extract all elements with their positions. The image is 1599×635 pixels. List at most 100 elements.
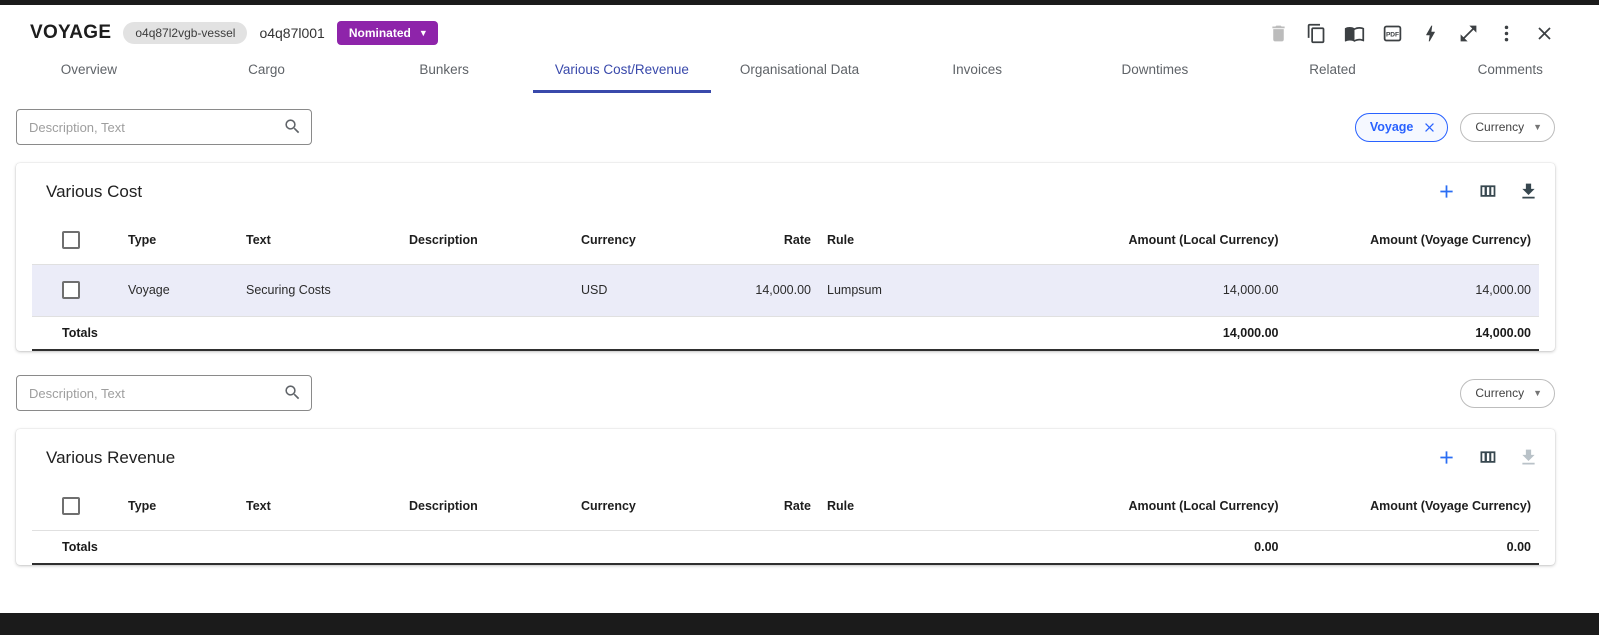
various-cost-table: Type Text Description Currency Rate Rule…	[32, 216, 1539, 351]
totals-amount-local: 0.00	[1034, 530, 1287, 564]
revenue-filter-row: Currency ▼	[16, 375, 1555, 411]
currency-dropdown-label: Currency	[1475, 386, 1524, 400]
column-header-rule: Rule	[819, 216, 1034, 264]
copy-icon[interactable]	[1306, 23, 1327, 44]
tab-related[interactable]: Related	[1244, 51, 1422, 93]
tab-overview[interactable]: Overview	[0, 51, 178, 93]
column-header-text: Text	[238, 482, 401, 530]
expand-icon[interactable]	[1458, 23, 1479, 44]
search-icon[interactable]	[283, 383, 302, 402]
status-badge-dropdown[interactable]: Nominated ▼	[337, 21, 438, 45]
various-revenue-table: Type Text Description Currency Rate Rule…	[32, 482, 1539, 565]
table-header-row: Type Text Description Currency Rate Rule…	[32, 216, 1539, 264]
column-header-amount-voyage: Amount (Voyage Currency)	[1287, 216, 1540, 264]
tab-label: Bunkers	[419, 62, 469, 77]
totals-amount-local: 14,000.00	[1034, 316, 1287, 350]
columns-icon[interactable]	[1477, 447, 1498, 468]
add-icon[interactable]	[1436, 181, 1457, 202]
cost-search-box	[16, 109, 312, 145]
tab-label: Organisational Data	[740, 62, 859, 77]
various-revenue-actions	[1436, 447, 1539, 468]
cost-search-input[interactable]	[16, 109, 312, 145]
add-icon[interactable]	[1436, 447, 1457, 468]
tab-label: Related	[1309, 62, 1356, 77]
cost-filter-row: Voyage Currency ▼	[16, 109, 1555, 145]
title-group: VOYAGE o4q87l2vgb-vessel o4q87l001 Nomin…	[30, 21, 438, 45]
column-header-text: Text	[238, 216, 401, 264]
close-icon[interactable]	[1422, 120, 1437, 135]
header: VOYAGE o4q87l2vgb-vessel o4q87l001 Nomin…	[0, 5, 1599, 49]
row-checkbox[interactable]	[62, 281, 80, 299]
column-header-rate: Rate	[691, 482, 819, 530]
cell-rule: Lumpsum	[819, 264, 1034, 316]
tab-label: Various Cost/Revenue	[555, 62, 689, 77]
vessel-chip: o4q87l2vgb-vessel	[123, 22, 247, 44]
voyage-window: VOYAGE o4q87l2vgb-vessel o4q87l001 Nomin…	[0, 5, 1599, 613]
tab-bunkers[interactable]: Bunkers	[355, 51, 533, 93]
tab-invoices[interactable]: Invoices	[888, 51, 1066, 93]
column-header-currency: Currency	[573, 482, 691, 530]
close-icon[interactable]	[1534, 23, 1555, 44]
cell-currency: USD	[573, 264, 691, 316]
pdf-icon[interactable]: PDF	[1382, 23, 1403, 44]
more-vert-icon[interactable]	[1496, 23, 1517, 44]
voyage-chip-label: Voyage	[1370, 120, 1414, 134]
page-title: VOYAGE	[30, 22, 111, 44]
cell-text: Securing Costs	[238, 264, 401, 316]
tab-label: Downtimes	[1121, 62, 1188, 77]
chevron-down-icon: ▼	[1533, 122, 1542, 132]
tab-downtimes[interactable]: Downtimes	[1066, 51, 1244, 93]
revenue-currency-dropdown[interactable]: Currency ▼	[1460, 379, 1555, 408]
column-header-rule: Rule	[819, 482, 1034, 530]
column-header-amount-voyage: Amount (Voyage Currency)	[1287, 482, 1540, 530]
tab-comments[interactable]: Comments	[1421, 51, 1599, 93]
revenue-filter-chips: Currency ▼	[1460, 379, 1555, 408]
chevron-down-icon: ▼	[419, 29, 428, 38]
chevron-down-icon: ▼	[1533, 388, 1542, 398]
totals-amount-voyage: 14,000.00	[1287, 316, 1540, 350]
status-badge-label: Nominated	[349, 26, 411, 40]
tab-cargo[interactable]: Cargo	[178, 51, 356, 93]
tab-organisational-data[interactable]: Organisational Data	[711, 51, 889, 93]
book-icon[interactable]	[1344, 23, 1365, 44]
revenue-search-input[interactable]	[16, 375, 312, 411]
totals-label: Totals	[32, 316, 1034, 350]
tab-bar: Overview Cargo Bunkers Various Cost/Reve…	[0, 51, 1599, 93]
column-header-type: Type	[120, 482, 238, 530]
bolt-icon[interactable]	[1420, 23, 1441, 44]
totals-row: Totals 14,000.00 14,000.00	[32, 316, 1539, 350]
cell-amount-voyage: 14,000.00	[1287, 264, 1540, 316]
various-cost-actions	[1436, 181, 1539, 202]
cell-description	[401, 264, 573, 316]
tab-label: Cargo	[248, 62, 285, 77]
column-header-description: Description	[401, 482, 573, 530]
voyage-filter-chip[interactable]: Voyage	[1355, 113, 1449, 142]
various-revenue-card: Various Revenue	[16, 429, 1555, 565]
select-all-checkbox[interactable]	[62, 231, 80, 249]
currency-dropdown-label: Currency	[1475, 120, 1524, 134]
columns-icon[interactable]	[1477, 181, 1498, 202]
totals-amount-voyage: 0.00	[1287, 530, 1540, 564]
cost-filter-chips: Voyage Currency ▼	[1355, 113, 1555, 142]
download-icon[interactable]	[1518, 181, 1539, 202]
main-content: Voyage Currency ▼ Various Cost	[0, 109, 1599, 565]
column-header-currency: Currency	[573, 216, 691, 264]
delete-icon[interactable]	[1268, 23, 1289, 44]
search-icon[interactable]	[283, 117, 302, 136]
column-header-amount-local: Amount (Local Currency)	[1034, 482, 1287, 530]
header-actions: PDF	[1268, 23, 1555, 44]
select-all-checkbox[interactable]	[62, 497, 80, 515]
svg-text:PDF: PDF	[1386, 31, 1399, 38]
cell-type: Voyage	[120, 264, 238, 316]
table-row[interactable]: Voyage Securing Costs USD 14,000.00 Lump…	[32, 264, 1539, 316]
various-cost-card: Various Cost	[16, 163, 1555, 351]
column-header-amount-local: Amount (Local Currency)	[1034, 216, 1287, 264]
column-header-type: Type	[120, 216, 238, 264]
cost-currency-dropdown[interactable]: Currency ▼	[1460, 113, 1555, 142]
section-title: Various Cost	[46, 182, 142, 202]
tab-various-cost-revenue[interactable]: Various Cost/Revenue	[533, 51, 711, 93]
tab-label: Invoices	[952, 62, 1002, 77]
download-icon[interactable]	[1518, 447, 1539, 468]
tab-label: Overview	[61, 62, 117, 77]
section-title: Various Revenue	[46, 448, 175, 468]
